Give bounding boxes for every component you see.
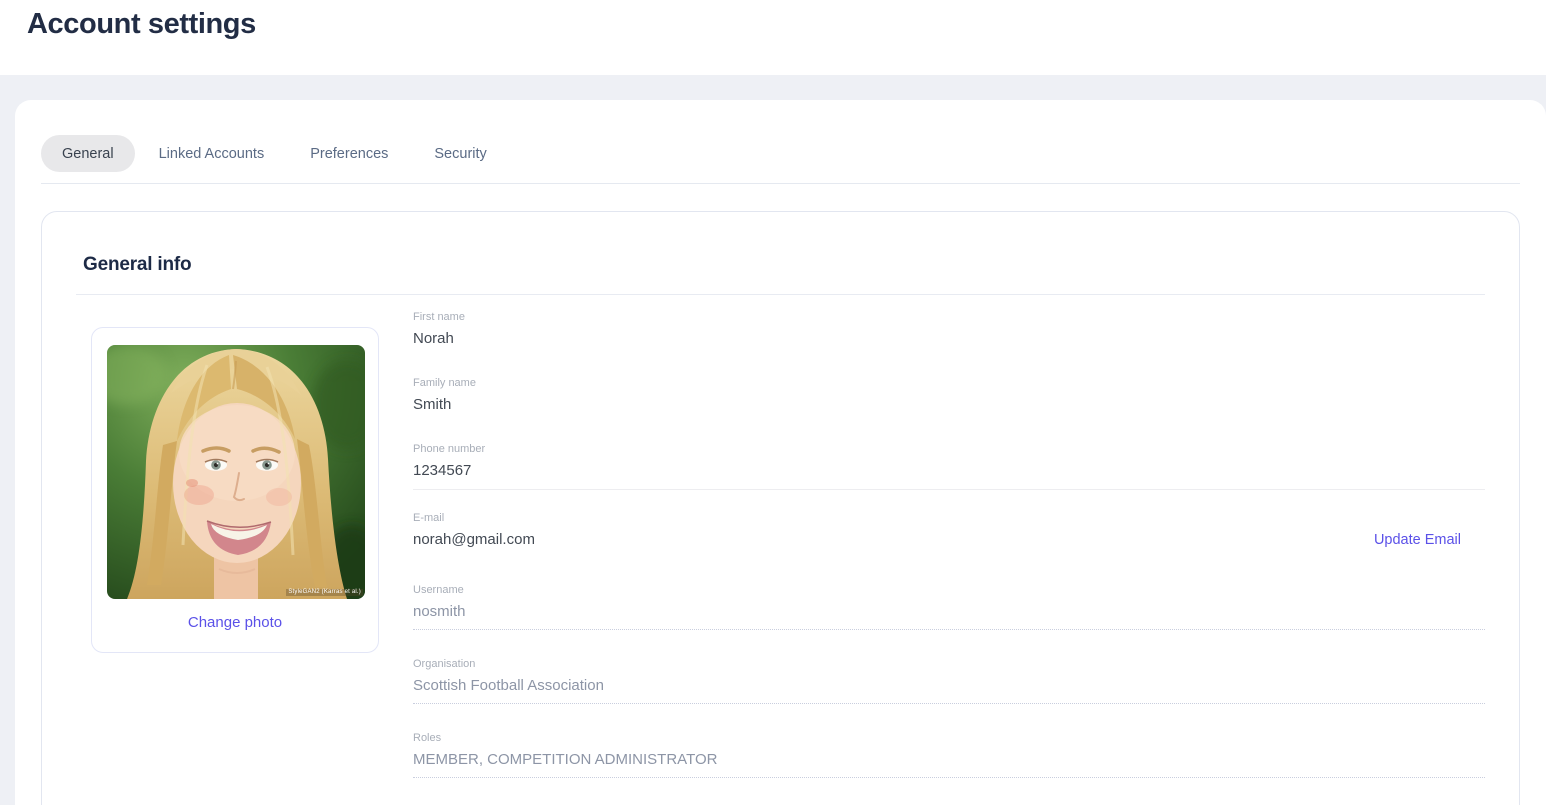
field-value-row (413, 677, 1485, 694)
field-label: Username (413, 584, 464, 596)
field-label: Phone number (413, 443, 486, 455)
username-input (413, 603, 1485, 620)
field-first-name: First name (413, 311, 1485, 347)
page-background: General Linked Accounts Preferences Securit… (0, 75, 1546, 805)
field-value-row (413, 603, 1485, 620)
field-family-name: Family name (413, 377, 1485, 413)
photo-watermark: StyleGAN2 (Karras et al.) (286, 589, 363, 596)
organisation-input (413, 677, 1485, 694)
field-label: E-mail (413, 512, 445, 524)
change-photo-link[interactable]: Change photo (188, 614, 282, 631)
field-e-mail: E-mail Update Email (413, 512, 1485, 548)
page-header: Account settings (0, 0, 1546, 75)
field-value-row: Update Email (413, 531, 1485, 548)
family-name-input[interactable] (413, 396, 1485, 413)
tab-linked-accounts[interactable]: Linked Accounts (137, 135, 287, 172)
field-value-row (413, 330, 1485, 347)
tab-security[interactable]: Security (412, 135, 508, 172)
first-name-input[interactable] (413, 330, 1485, 347)
update-email-link[interactable]: Update Email (1374, 532, 1461, 548)
tab-bar: General Linked Accounts Preferences Securit… (41, 135, 1520, 172)
tabs-divider (41, 183, 1520, 184)
roles-input (413, 751, 1485, 768)
tab-preferences[interactable]: Preferences (288, 135, 410, 172)
field-organisation: Organisation (413, 658, 1485, 704)
field-value-row (413, 751, 1485, 768)
general-info-card: General info StyleGAN2 (Karras et al.) C… (41, 211, 1520, 805)
field-label: Roles (413, 732, 442, 744)
e-mail-input[interactable] (413, 531, 1374, 548)
profile-photo: StyleGAN2 (Karras et al.) (107, 345, 365, 599)
section-title: General info (83, 254, 192, 275)
field-label: First name (413, 311, 465, 323)
field-phone-number: Phone number (413, 443, 1485, 490)
tab-general[interactable]: General (41, 135, 135, 172)
field-value-row (413, 396, 1485, 413)
field-roles: Roles (413, 732, 1485, 778)
phone-number-input[interactable] (413, 462, 1485, 479)
main-panel: General Linked Accounts Preferences Securit… (15, 100, 1546, 805)
field-label: Organisation (413, 658, 476, 670)
profile-photo-illustration (107, 345, 365, 599)
fields-column: First name Family name Phone number E-mail U… (413, 311, 1485, 805)
field-label: Family name (413, 377, 476, 389)
page-title: Account settings (27, 8, 256, 40)
profile-photo-card: StyleGAN2 (Karras et al.) Change photo (91, 327, 379, 653)
general-info-content: StyleGAN2 (Karras et al.) Change photo F… (76, 295, 1485, 805)
field-value-row (413, 462, 1485, 479)
field-username: Username (413, 584, 1485, 630)
